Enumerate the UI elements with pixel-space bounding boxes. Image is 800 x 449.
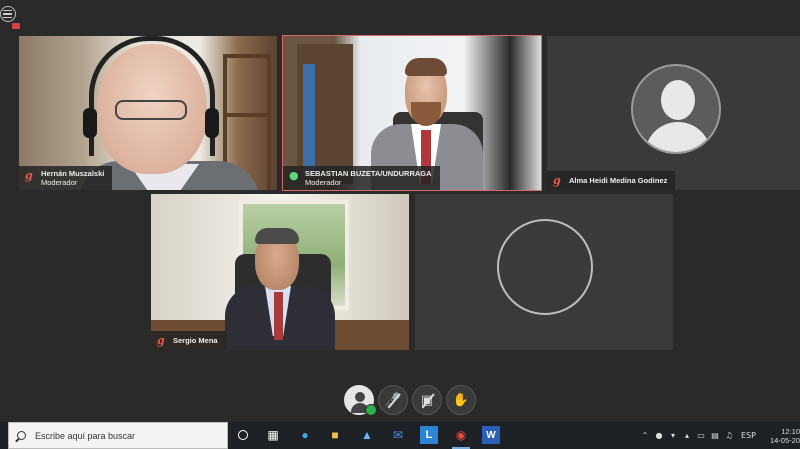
volume-icon[interactable]: ♫ <box>723 431 735 440</box>
chrome-icon[interactable]: ◉ <box>452 426 470 444</box>
hair <box>255 228 299 244</box>
toggle-camera-button[interactable]: ▣ <box>412 385 442 415</box>
person-icon <box>355 392 365 402</box>
cortana-circle <box>238 430 248 440</box>
hand-icon: ✋ <box>452 392 470 408</box>
default-avatar-icon <box>631 64 721 154</box>
participant-tile-sebastian[interactable]: ● SEBASTIAN BUZETA/UNDURRAGA Moderador <box>282 35 542 191</box>
self-view-button[interactable] <box>344 385 377 416</box>
org-logo-icon: g <box>157 334 165 347</box>
headset-earpiece-left <box>83 108 97 138</box>
hair <box>405 58 447 76</box>
avatar-body <box>645 122 711 152</box>
app-l-icon[interactable]: L <box>420 426 438 444</box>
connecting-tile <box>415 194 673 350</box>
windows-taskbar: Escribe aquí para buscar ▦ ● ■ ▲ ✉ L ◉ W… <box>0 422 800 449</box>
network-icon[interactable]: ▤ <box>709 431 721 440</box>
participant-tile-hernan[interactable]: g Hernán Muszalski Moderador <box>19 36 277 190</box>
system-tray: ⌃ ● ▾ ▴ ▭ ▤ ♫ ESP 12:10 14-05-20 <box>639 422 800 449</box>
word-icon[interactable]: W <box>482 426 500 444</box>
video-call-window: g Hernán Muszalski Moderador ● SEBASTIAN… <box>0 0 800 449</box>
chevron-up-icon[interactable]: ⌃ <box>639 431 651 440</box>
loading-spinner-icon <box>497 219 593 315</box>
participant-name: Alma Heidi Medina Godinez <box>569 176 668 185</box>
camera-off-icon: ▣ <box>420 392 434 408</box>
participant-name: Sergio Mena <box>173 336 218 345</box>
participant-role: Moderador <box>41 178 78 187</box>
location-icon[interactable]: ▴ <box>681 431 693 440</box>
headset <box>89 36 215 156</box>
task-view-icon[interactable]: ▦ <box>264 426 282 444</box>
bookshelf <box>297 44 353 184</box>
org-logo-icon: g <box>25 169 33 182</box>
language-indicator[interactable]: ESP <box>741 431 756 440</box>
mail-icon[interactable]: ✉ <box>389 426 407 444</box>
participant-tile-sergio[interactable]: g Sergio Mena <box>151 194 409 350</box>
participant-nameplate: g Sergio Mena <box>151 331 226 350</box>
speaking-indicator-icon: ● <box>289 169 299 182</box>
participant-tile-alma[interactable]: g Alma Heidi Medina Godinez <box>547 36 800 190</box>
cortana-icon[interactable] <box>234 426 252 444</box>
recording-tray-icon[interactable]: ● <box>653 431 665 440</box>
recording-icon <box>12 23 20 29</box>
file-explorer-icon[interactable]: ■ <box>326 426 344 444</box>
battery-icon[interactable]: ▭ <box>695 431 707 440</box>
connected-check-icon <box>365 404 377 416</box>
participant-nameplate: g Hernán Muszalski Moderador <box>19 166 113 190</box>
menu-icon <box>3 10 12 18</box>
call-controls: 🎤 ▣ ✋ <box>344 385 476 419</box>
taskbar-search[interactable]: Escribe aquí para buscar <box>8 422 228 449</box>
microphone-off-icon: 🎤 <box>384 392 402 408</box>
taskbar-clock[interactable]: 12:10 14-05-20 <box>764 427 800 445</box>
clock-time: 12:10 <box>781 426 800 436</box>
store-icon[interactable]: ▲ <box>358 426 376 444</box>
raise-hand-button[interactable]: ✋ <box>446 385 476 415</box>
participant-role: Moderador <box>305 178 342 187</box>
search-placeholder: Escribe aquí para buscar <box>35 430 136 441</box>
meeting-app-icon[interactable] <box>0 2 22 32</box>
microphone-tray-icon[interactable]: ▾ <box>667 431 679 440</box>
headset-earpiece-right <box>205 108 219 138</box>
org-logo-icon: g <box>553 174 561 187</box>
mute-microphone-button[interactable]: 🎤 <box>378 385 408 415</box>
participant-name: SEBASTIAN BUZETA/UNDURRAGA <box>305 169 432 178</box>
search-icon <box>17 431 26 440</box>
avatar-head <box>661 80 695 120</box>
edge-browser-icon[interactable]: ● <box>296 426 314 444</box>
tie <box>274 292 283 340</box>
participant-name: Hernán Muszalski <box>41 169 105 178</box>
clock-date: 14-05-20 <box>769 435 800 445</box>
participant-nameplate: g Alma Heidi Medina Godinez <box>547 171 676 190</box>
participant-nameplate: ● SEBASTIAN BUZETA/UNDURRAGA Moderador <box>283 166 440 190</box>
